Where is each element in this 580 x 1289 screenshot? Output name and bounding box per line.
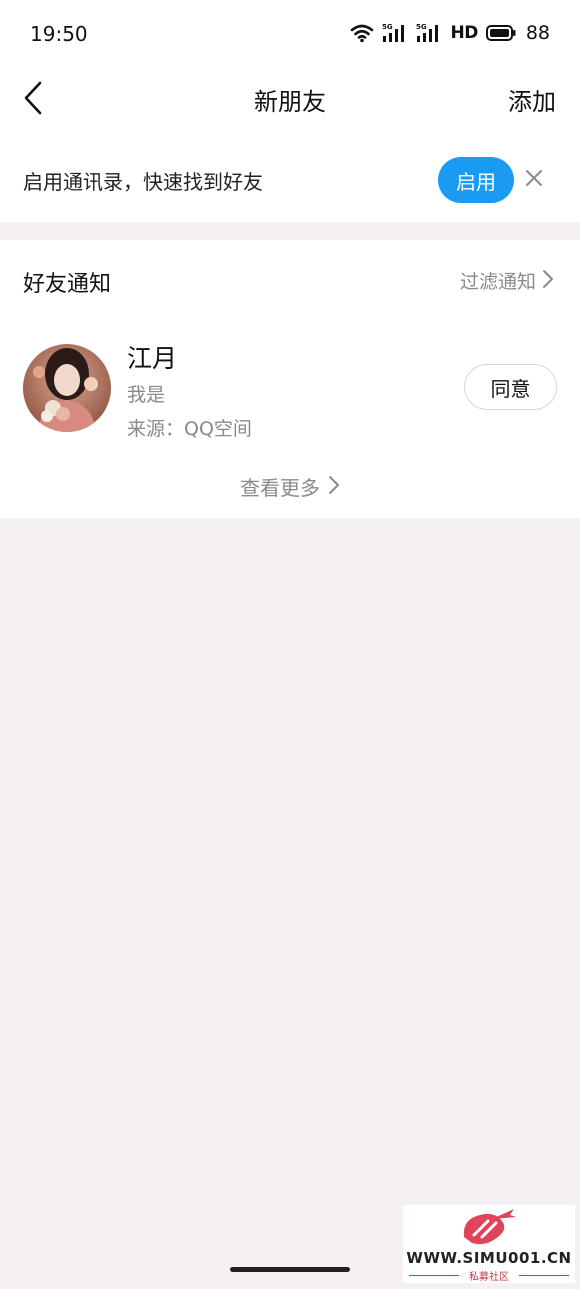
agree-button[interactable]: 同意 bbox=[464, 364, 557, 410]
see-more-link[interactable]: 查看更多 bbox=[0, 472, 580, 501]
section-title: 好友通知 bbox=[23, 272, 112, 297]
wifi-icon bbox=[350, 23, 374, 43]
friend-notifications-card: 好友通知 过滤通知 江月 我是 来源：QQ空间 同意 查看更多 bbox=[0, 240, 580, 518]
watermark-divider bbox=[519, 1275, 569, 1276]
chevron-right-icon bbox=[542, 269, 554, 293]
filter-notifications-link[interactable]: 过滤通知 bbox=[460, 267, 554, 294]
svg-text:5G: 5G bbox=[416, 23, 427, 31]
close-icon bbox=[525, 169, 543, 191]
home-indicator[interactable] bbox=[230, 1267, 350, 1272]
friend-request-row[interactable]: 江月 我是 来源：QQ空间 同意 bbox=[0, 336, 580, 446]
nav-bar: 新朋友 添加 bbox=[0, 66, 580, 134]
back-button[interactable] bbox=[16, 80, 50, 120]
banner-text: 启用通讯录，快速找到好友 bbox=[23, 170, 263, 194]
status-time: 19:50 bbox=[30, 22, 88, 46]
battery-level: 88 bbox=[525, 22, 550, 44]
watermark-logo-icon bbox=[458, 1207, 520, 1251]
svg-text:5G: 5G bbox=[382, 23, 393, 31]
contacts-banner: 启用通讯录，快速找到好友 启用 bbox=[0, 140, 580, 220]
signal-5g-icon: 5G bbox=[416, 22, 442, 44]
friend-name: 江月 bbox=[127, 344, 178, 373]
enable-contacts-button[interactable]: 启用 bbox=[438, 157, 514, 203]
banner-close-button[interactable] bbox=[520, 166, 548, 194]
avatar[interactable] bbox=[23, 344, 111, 432]
page-title: 新朋友 bbox=[254, 88, 326, 116]
friend-message: 我是 bbox=[127, 384, 166, 406]
watermark: WWW.SIMU001.CN 私募社区 bbox=[403, 1205, 575, 1283]
add-button[interactable]: 添加 bbox=[508, 82, 556, 117]
signal-5g-icon: 5G bbox=[382, 22, 408, 44]
see-more-label: 查看更多 bbox=[240, 476, 320, 500]
filter-label: 过滤通知 bbox=[459, 271, 536, 293]
friend-source: 来源：QQ空间 bbox=[127, 418, 252, 440]
status-bar: 19:50 5G 5G HD 88 bbox=[0, 0, 580, 66]
watermark-site: WWW.SIMU001.CN bbox=[406, 1249, 572, 1267]
status-icons: 5G 5G HD 88 bbox=[350, 21, 550, 45]
chevron-left-icon bbox=[23, 81, 43, 119]
battery-icon bbox=[485, 24, 516, 42]
network-hd-label: HD bbox=[450, 23, 478, 43]
chevron-right-icon bbox=[328, 475, 340, 499]
